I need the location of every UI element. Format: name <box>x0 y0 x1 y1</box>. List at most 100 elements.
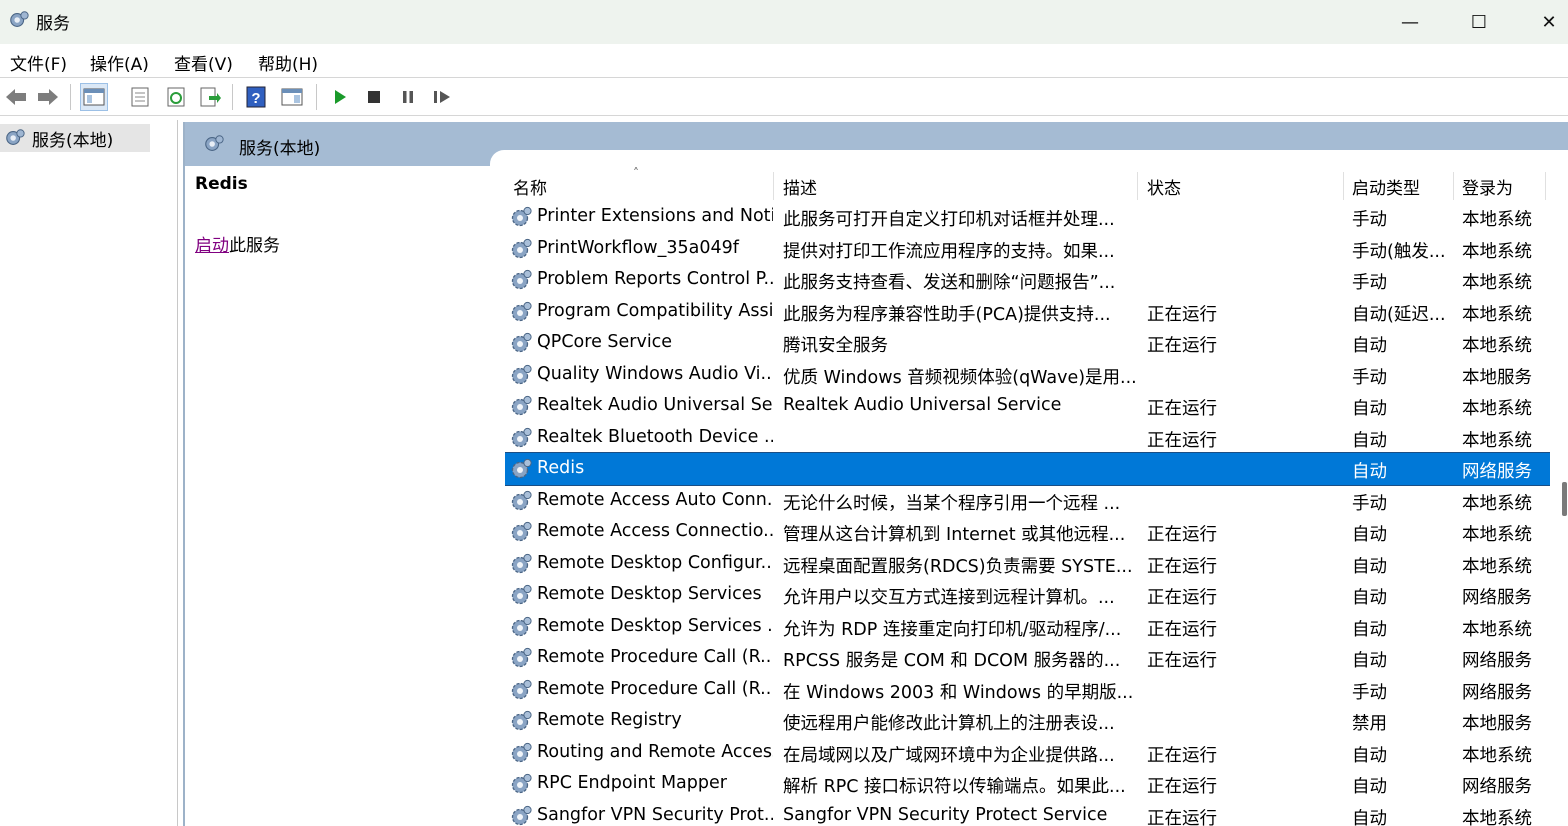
service-name: Realtek Bluetooth Device ... <box>537 426 773 447</box>
service-status: 正在运行 <box>1147 525 1217 545</box>
pause-service-icon[interactable] <box>394 83 422 111</box>
service-log-on-as: 网络服务 <box>1462 462 1532 482</box>
service-description: Realtek Audio Universal Service <box>783 395 1062 415</box>
service-log-on-as: 本地系统 <box>1462 745 1532 766</box>
service-startup-type: 自动 <box>1352 777 1387 797</box>
service-row[interactable]: Remote Desktop Services 允许用户以交互方式连接到远程计算机… <box>505 579 1550 611</box>
service-log-on-as: 本地服务 <box>1462 367 1532 388</box>
service-description: 在局域网以及广域网环境中为企业提供路... <box>783 745 1115 766</box>
service-log-on-as: 本地系统 <box>1462 556 1532 577</box>
column-header-log-on-as[interactable]: 登录为 <box>1462 174 1513 202</box>
service-row[interactable]: Redis 自动 网络服务 <box>505 452 1550 486</box>
service-log-on-as: 本地系统 <box>1462 304 1532 325</box>
help-icon[interactable]: ? <box>242 83 270 111</box>
tree-item-services-local[interactable]: 服务(本地) <box>0 124 150 152</box>
maximize-button[interactable]: ☐ <box>1444 0 1514 44</box>
service-name: Remote Desktop Services ... <box>537 615 773 636</box>
service-gear-icon <box>511 584 532 605</box>
service-description: 无论什么时候，当某个程序引用一个远程 ... <box>783 493 1121 514</box>
service-description: 此服务为程序兼容性助手(PCA)提供支持... <box>783 304 1111 325</box>
service-row[interactable]: Problem Reports Control P... 此服务支持查看、发送和删… <box>505 264 1550 296</box>
service-description: 提供对打印工作流应用程序的支持。如果... <box>783 241 1115 262</box>
service-startup-type: 手动 <box>1352 273 1387 293</box>
column-header-status[interactable]: 状态 <box>1147 174 1181 202</box>
service-log-on-as: 本地系统 <box>1462 241 1532 262</box>
show-hide-tree-icon[interactable] <box>80 83 108 111</box>
service-row[interactable]: Remote Procedure Call (R... RPCSS 服务是 COM… <box>505 642 1550 674</box>
start-service-icon[interactable] <box>326 83 354 111</box>
export-list-icon[interactable] <box>196 83 224 111</box>
service-gear-icon <box>511 742 532 762</box>
service-row[interactable]: Remote Procedure Call (R... 在 Windows 200… <box>505 674 1550 706</box>
service-startup-type: 自动 <box>1352 336 1387 356</box>
resume-service-icon[interactable] <box>428 83 456 111</box>
service-name: Redis <box>537 458 585 478</box>
service-status: 正在运行 <box>1147 556 1217 577</box>
menu-file[interactable]: 文件(F) <box>10 50 67 75</box>
service-row[interactable]: Remote Access Auto Conn... 无论什么时候，当某个程序引用… <box>505 485 1550 517</box>
service-row[interactable]: Remote Desktop Configur... 远程桌面配置服务(RDCS)… <box>505 548 1550 580</box>
service-description: 优质 Windows 音频视频体验(qWave)是用... <box>783 367 1135 388</box>
minimize-button[interactable]: — <box>1375 0 1445 44</box>
column-header-startup-type[interactable]: 启动类型 <box>1352 174 1420 202</box>
back-icon[interactable] <box>2 83 30 111</box>
service-gear-icon <box>511 710 532 731</box>
properties-icon[interactable] <box>126 83 154 111</box>
service-row[interactable]: PrintWorkflow_35a049f 提供对打印工作流应用程序的支持。如果.… <box>505 233 1550 265</box>
service-row[interactable]: Program Compatibility Assi... 此服务为程序兼容性助手… <box>505 296 1550 328</box>
service-name: Quality Windows Audio Vi... <box>537 363 773 384</box>
service-name: Sangfor VPN Security Prot... <box>537 804 773 825</box>
service-log-on-as: 本地系统 <box>1462 525 1532 545</box>
service-row[interactable]: Realtek Audio Universal Service Realtek A… <box>505 390 1550 422</box>
tree-item-label: 服务(本地) <box>32 130 114 151</box>
service-row[interactable]: Quality Windows Audio Vi... 优质 Windows 音频… <box>505 359 1550 391</box>
service-row[interactable]: Remote Registry 使远程用户能修改此计算机上的注册表设... 禁用 本地… <box>505 705 1550 737</box>
service-row[interactable]: Printer Extensions and Noti... 此服务可打开自定义打… <box>505 201 1550 233</box>
refresh-icon[interactable] <box>162 83 190 111</box>
start-service-link[interactable]: 启动 <box>195 236 229 256</box>
service-row[interactable]: Remote Desktop Services ... 允许为 RDP 连接重定向… <box>505 611 1550 643</box>
service-startup-type: 自动 <box>1352 745 1387 766</box>
service-startup-type: 手动(触发... <box>1352 241 1446 262</box>
service-gear-icon <box>511 364 532 384</box>
vertical-scrollbar-thumb[interactable] <box>1562 482 1567 516</box>
menu-action[interactable]: 操作(A) <box>90 50 149 75</box>
service-log-on-as: 本地系统 <box>1462 399 1532 419</box>
service-gear-icon <box>511 427 532 447</box>
menu-help[interactable]: 帮助(H) <box>258 50 318 75</box>
forward-icon[interactable] <box>34 83 62 111</box>
service-description: 此服务可打开自定义打印机对话框并处理... <box>783 210 1115 230</box>
service-log-on-as: 本地系统 <box>1462 273 1532 293</box>
close-button[interactable]: ✕ <box>1514 0 1568 44</box>
column-header-description[interactable]: 描述 <box>783 174 817 202</box>
service-name: Remote Procedure Call (R... <box>537 647 773 667</box>
service-gear-icon <box>511 395 532 416</box>
service-row[interactable]: Routing and Remote Access 在局域网以及广域网环境中为企业… <box>505 737 1550 769</box>
service-name: Printer Extensions and Noti... <box>537 206 773 226</box>
service-log-on-as: 本地系统 <box>1462 808 1532 826</box>
service-description: 腾讯安全服务 <box>783 336 888 356</box>
service-row[interactable]: Remote Access Connectio... 管理从这台计算机到 Inte… <box>505 516 1550 548</box>
show-hide-action-pane-icon[interactable] <box>278 83 306 111</box>
service-startup-type: 自动 <box>1352 462 1387 482</box>
service-log-on-as: 本地系统 <box>1462 336 1532 356</box>
stop-service-icon[interactable] <box>360 83 388 111</box>
service-startup-type: 自动 <box>1352 651 1387 671</box>
service-status: 正在运行 <box>1147 336 1217 356</box>
service-gear-icon <box>511 238 532 258</box>
column-header-name[interactable]: 名称 <box>513 174 547 202</box>
service-log-on-as: 网络服务 <box>1462 777 1532 797</box>
service-row[interactable]: QPCore Service 腾讯安全服务 正在运行 自动 本地系统 <box>505 327 1550 359</box>
service-row[interactable]: Sangfor VPN Security Prot... Sangfor VPN … <box>505 800 1550 826</box>
window-title: 服务 <box>36 14 70 34</box>
service-startup-type: 自动 <box>1352 399 1387 419</box>
service-row[interactable]: Realtek Bluetooth Device ... 正在运行 自动 本地系统 <box>505 422 1550 454</box>
service-log-on-as: 网络服务 <box>1462 588 1532 608</box>
service-name: Routing and Remote Access <box>537 741 773 762</box>
service-name: RPC Endpoint Mapper <box>537 773 727 793</box>
service-name: Remote Registry <box>537 710 682 730</box>
service-name: Problem Reports Control P... <box>537 269 773 289</box>
services-gear-icon <box>6 129 25 145</box>
service-row[interactable]: RPC Endpoint Mapper 解析 RPC 接口标识符以传输端点。如果此… <box>505 768 1550 800</box>
menu-view[interactable]: 查看(V) <box>174 50 233 75</box>
